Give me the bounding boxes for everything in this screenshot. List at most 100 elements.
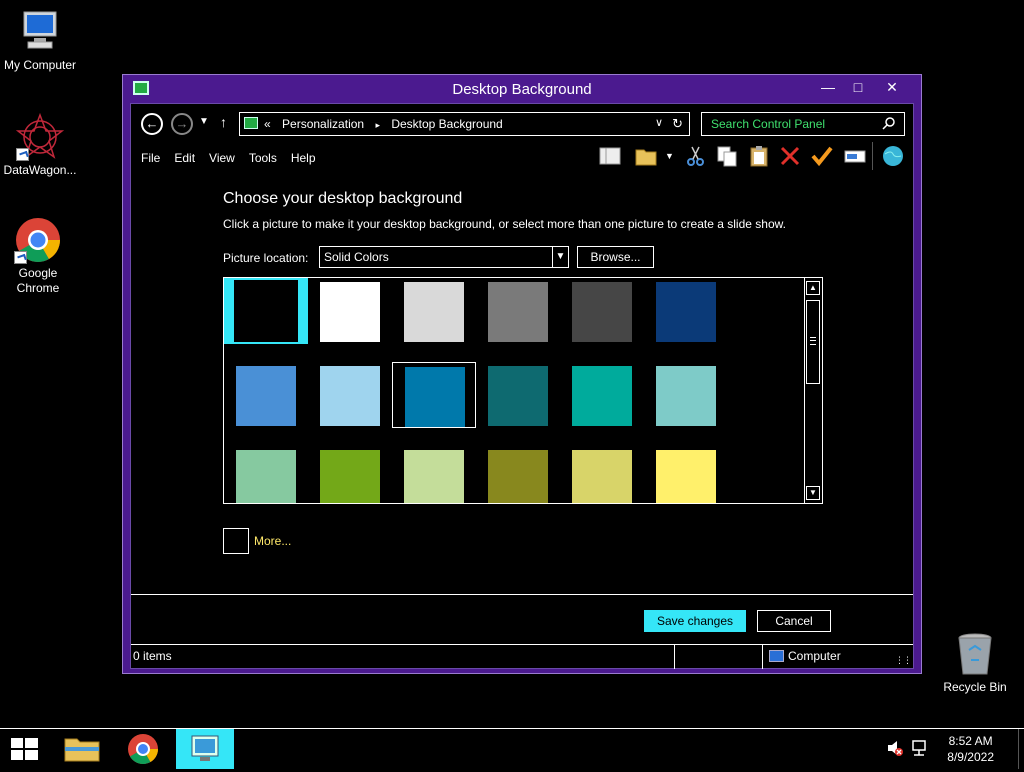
chrome-icon [14, 216, 62, 264]
back-button[interactable]: ← [141, 113, 163, 135]
status-bar: 0 items Computer ⋮⋮ [131, 644, 913, 669]
desktop-icon-recycle-bin[interactable]: Recycle Bin [935, 630, 1015, 695]
status-location: Computer [788, 649, 841, 663]
taskbar-control-panel[interactable] [176, 729, 234, 769]
folder-options-icon[interactable] [634, 144, 658, 168]
forward-button[interactable]: → [171, 113, 193, 135]
breadcrumb-personalization[interactable]: Personalization [282, 117, 364, 131]
color-swatch-cell[interactable] [224, 446, 308, 503]
chrome-taskbar-icon [128, 734, 158, 765]
shortcut-arrow-icon [14, 251, 27, 264]
my-computer-icon [16, 8, 64, 56]
delete-icon[interactable] [778, 144, 802, 168]
color-swatch-cell[interactable] [644, 362, 728, 428]
desktop-icon-google-chrome[interactable]: Google Chrome [0, 216, 78, 296]
up-arrow-icon[interactable]: ↑ [220, 114, 227, 130]
color-swatch [320, 282, 380, 342]
status-items-count: 0 items [133, 649, 172, 663]
taskbar-clock[interactable]: 8:52 AM 8/9/2022 [947, 733, 994, 765]
title-bar[interactable]: Desktop Background — □ ✕ [123, 75, 921, 103]
globe-icon[interactable] [881, 144, 905, 168]
minimize-button[interactable]: — [813, 77, 843, 97]
color-swatch [236, 450, 296, 503]
desktop-icon-label: My Computer [3, 58, 77, 72]
address-dropdown-chevron-icon[interactable]: ∨ [655, 116, 663, 129]
page-heading: Choose your desktop background [223, 190, 463, 207]
window-title: Desktop Background [452, 81, 592, 98]
search-icon[interactable] [882, 116, 896, 133]
picture-location-label: Picture location: [223, 251, 309, 265]
color-swatch-cell[interactable] [476, 278, 560, 344]
save-changes-button[interactable]: Save changes [644, 610, 746, 632]
search-placeholder: Search Control Panel [711, 117, 826, 131]
color-swatch-cell[interactable] [560, 362, 644, 428]
color-swatch [488, 450, 548, 503]
close-button[interactable]: ✕ [877, 77, 907, 97]
breadcrumb-desktop-background[interactable]: Desktop Background [391, 117, 502, 131]
menu-view[interactable]: View [209, 151, 235, 165]
color-swatch-cell[interactable] [308, 446, 392, 503]
desktop-icon-my-computer[interactable]: My Computer [0, 8, 80, 73]
more-colors-swatch[interactable] [223, 528, 249, 554]
grid-scrollbar[interactable]: ▲ ▼ [804, 278, 822, 503]
color-swatch-cell[interactable] [644, 278, 728, 344]
cancel-button[interactable]: Cancel [757, 610, 831, 632]
folder-options-chevron-icon[interactable]: ▼ [665, 144, 677, 168]
color-swatch-cell[interactable] [308, 278, 392, 344]
color-swatch [572, 366, 632, 426]
color-swatch-cell[interactable] [224, 362, 308, 428]
color-swatch-cell[interactable] [392, 446, 476, 503]
color-swatch [572, 282, 632, 342]
color-swatch-cell[interactable] [392, 362, 476, 428]
page-instructions: Click a picture to make it your desktop … [223, 217, 786, 231]
taskbar-chrome[interactable] [117, 729, 169, 769]
breadcrumb-overflow[interactable]: « [264, 117, 271, 131]
scroll-down-icon[interactable]: ▼ [806, 486, 820, 500]
paste-icon[interactable] [747, 144, 771, 168]
show-desktop-button[interactable] [1018, 729, 1024, 769]
desktop-icon-datawagon[interactable]: DataWagon... [0, 112, 80, 178]
maximize-button[interactable]: □ [843, 77, 873, 97]
color-swatch-cell[interactable] [476, 446, 560, 503]
color-swatch-cell[interactable] [644, 446, 728, 503]
cut-icon[interactable] [684, 144, 708, 168]
color-swatch-cell[interactable] [392, 278, 476, 344]
layout-pane-icon[interactable] [598, 144, 622, 168]
copy-icon[interactable] [715, 144, 739, 168]
color-swatch [234, 280, 298, 342]
volume-muted-icon[interactable] [886, 739, 904, 760]
browse-button[interactable]: Browse... [577, 246, 654, 268]
taskbar-file-explorer[interactable] [56, 729, 108, 769]
scroll-thumb[interactable] [806, 300, 820, 384]
color-swatch [236, 366, 296, 426]
color-swatch-cell[interactable] [476, 362, 560, 428]
rename-icon[interactable] [843, 144, 867, 168]
network-icon[interactable] [910, 739, 928, 760]
desktop-background-window: Desktop Background — □ ✕ ← → ▼ ↑ « Perso… [122, 74, 922, 674]
menu-help[interactable]: Help [291, 151, 316, 165]
menu-bar: File Edit View Tools Help [141, 151, 316, 165]
start-button[interactable] [0, 729, 52, 769]
scroll-up-icon[interactable]: ▲ [806, 281, 820, 295]
color-swatch-cell[interactable] [560, 446, 644, 503]
picture-location-select[interactable]: Solid Colors ▼ [319, 246, 569, 268]
menu-file[interactable]: File [141, 151, 160, 165]
refresh-icon[interactable]: ↻ [672, 116, 683, 132]
search-input[interactable]: Search Control Panel [701, 112, 905, 136]
resize-grip-icon[interactable]: ⋮⋮ [895, 655, 912, 666]
picture-location-value: Solid Colors [324, 250, 389, 264]
address-bar[interactable]: « Personalization ▸ Desktop Background ∨… [239, 112, 690, 136]
menu-tools[interactable]: Tools [249, 151, 277, 165]
color-swatch-cell[interactable] [308, 362, 392, 428]
color-swatch-cell[interactable] [560, 278, 644, 344]
recent-pages-chevron-icon[interactable]: ▼ [199, 116, 209, 127]
clock-time: 8:52 AM [948, 734, 993, 748]
select-chevron-down-icon[interactable]: ▼ [552, 247, 568, 267]
menu-edit[interactable]: Edit [174, 151, 195, 165]
datawagon-icon [15, 112, 65, 161]
color-swatch [572, 450, 632, 503]
properties-checkmark-icon[interactable] [810, 144, 834, 168]
more-colors-link[interactable]: More... [254, 534, 291, 548]
breadcrumb-separator-icon[interactable]: ▸ [375, 120, 380, 130]
color-swatch-cell[interactable] [224, 278, 308, 344]
